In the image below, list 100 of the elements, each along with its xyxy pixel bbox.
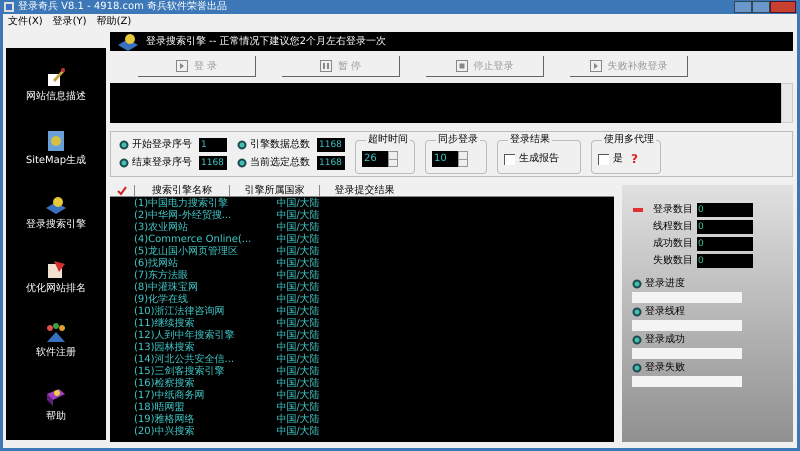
pen-icon — [45, 66, 67, 88]
sidebar-item[interactable]: SiteMap生成 — [6, 130, 106, 166]
pause-icon — [320, 60, 332, 72]
group-title: 同步登录 — [436, 133, 480, 147]
sidebar-item[interactable]: 帮助 — [6, 386, 106, 422]
sidebar-item[interactable]: 登录搜索引擎 — [6, 194, 106, 230]
checkbox-label: 生成报告 — [519, 153, 559, 165]
stop-icon — [456, 60, 468, 72]
header-text: 登录搜索引擎 -- 正常情况下建议您2个月左右登录一次 — [146, 36, 386, 48]
table-cell-text: (11)继续搜索 — [134, 318, 196, 330]
number-field[interactable]: 1 — [199, 138, 227, 152]
check-icon — [117, 186, 127, 196]
number-field[interactable]: 26 — [362, 151, 388, 167]
table-cell-text: (1)中国电力搜索引擎 — [134, 198, 230, 210]
table-cell-text: (2)中华网-外经贸搜... — [134, 210, 232, 222]
field-label: 引擎数据总数 — [250, 139, 311, 151]
people-icon — [44, 322, 68, 344]
close-button[interactable] — [770, 1, 796, 13]
table-cell-text: 中国/大陆 — [275, 294, 321, 306]
table-cell-text: 中国/大陆 — [275, 210, 321, 222]
counter-label: 登录数目 — [653, 204, 693, 216]
spin-buttons[interactable] — [458, 151, 468, 167]
progress-label: 登录成功 — [645, 334, 685, 346]
maximize-button[interactable] — [752, 1, 770, 13]
counter-field: 0 — [697, 237, 753, 251]
counter-field: 0 — [697, 203, 753, 217]
table-cell-text: (12)人到中年搜索引擎 — [134, 330, 236, 342]
checkbox[interactable] — [598, 154, 609, 164]
column-header[interactable]: 引擎所属国家 — [229, 185, 319, 196]
menu-item[interactable]: 帮助(Z) — [96, 16, 132, 28]
table-cell-text: (15)三剑客搜索引擎 — [134, 366, 226, 378]
bullet-icon — [632, 335, 642, 345]
bullet-icon — [237, 158, 247, 168]
table-cell-text: 中国/大陆 — [275, 414, 321, 426]
map-icon — [46, 130, 66, 152]
bullet-icon — [632, 363, 642, 373]
table-cell-text: 中国/大陆 — [275, 246, 321, 258]
scrollbar[interactable] — [781, 83, 793, 123]
progress-label: 登录失败 — [645, 362, 685, 374]
spin-buttons[interactable] — [388, 151, 398, 167]
table-cell-text: (17)中纸商务网 — [134, 390, 206, 402]
table-cell-text: (10)浙江法律咨询网 — [134, 306, 226, 318]
column-header[interactable]: 搜索引擎名称 — [134, 185, 229, 196]
table-cell-text: (4)Commerce Online(... — [134, 234, 252, 246]
counter-label: 失败数目 — [653, 255, 693, 267]
table-cell-text: 中国/大陆 — [275, 198, 321, 210]
sidebar-item[interactable]: 软件注册 — [6, 322, 106, 358]
window-title: 登录奇兵 V8.1 - 4918.com 奇兵软件荣誉出品 — [18, 1, 228, 13]
table-cell-text: (19)雅格网络 — [134, 414, 196, 426]
bullet-icon — [119, 158, 129, 168]
table-cell-text: 中国/大陆 — [275, 390, 321, 402]
progress-label: 登录线程 — [645, 306, 685, 318]
menu-item[interactable]: 登录(Y) — [52, 16, 87, 28]
progress-label: 登录进度 — [645, 278, 685, 290]
field-label: 结束登录序号 — [132, 157, 193, 169]
table-cell-text: (8)中灌珠宝网 — [134, 282, 200, 294]
number-field[interactable]: 1168 — [317, 138, 345, 152]
table-cell-text: 中国/大陆 — [275, 330, 321, 342]
menu-item[interactable]: 文件(X) — [8, 16, 43, 28]
table-cell-text: 中国/大陆 — [275, 234, 321, 246]
play-icon — [590, 60, 602, 72]
column-header[interactable]: 登录提交结果 — [319, 185, 409, 196]
counter-field: 0 — [697, 254, 753, 268]
sidebar-item[interactable]: 网站信息描述 — [6, 66, 106, 102]
counter-label: 成功数目 — [653, 238, 693, 250]
minimize-button[interactable] — [734, 1, 752, 13]
bullet-icon — [119, 140, 129, 150]
checkbox[interactable] — [504, 154, 515, 164]
checkbox-label: 是 — [613, 153, 623, 165]
table-cell-text: 中国/大陆 — [275, 342, 321, 354]
table-cell-text: (13)园林搜索 — [134, 342, 196, 354]
indicator-icon — [633, 208, 643, 212]
table-cell-text: (6)找网站 — [134, 258, 180, 270]
table-cell-text: (7)东方法眼 — [134, 270, 190, 282]
bullet-icon — [632, 307, 642, 317]
number-field[interactable]: 10 — [432, 151, 458, 167]
table-cell-text: 中国/大陆 — [275, 354, 321, 366]
counter-label: 线程数目 — [653, 221, 693, 233]
table-cell-text: (20)中兴搜索 — [134, 426, 196, 438]
table-cell-text: 中国/大陆 — [275, 318, 321, 330]
table-cell-text: 中国/大陆 — [275, 378, 321, 390]
sidebar-item[interactable]: 优化网站排名 — [6, 258, 106, 294]
help-link[interactable]: ? — [631, 153, 638, 165]
number-field[interactable]: 1168 — [317, 156, 345, 170]
table-cell-text: (16)检察搜索 — [134, 378, 196, 390]
table-cell-text: 中国/大陆 — [275, 282, 321, 294]
table-cell-text: 中国/大陆 — [275, 258, 321, 270]
table-cell-text: 中国/大陆 — [275, 222, 321, 234]
table-cell-text: (18)晤网盟 — [134, 402, 186, 414]
field-label: 开始登录序号 — [132, 139, 193, 151]
bullet-icon — [237, 140, 247, 150]
table-cell-text: (14)河北公共安全信... — [134, 354, 236, 366]
table-cell-text: (3)农业网站 — [134, 222, 190, 234]
number-field[interactable]: 1168 — [199, 156, 227, 170]
table-cell-text: 中国/大陆 — [275, 366, 321, 378]
bullet-icon — [632, 279, 642, 289]
table-cell-text: 中国/大陆 — [275, 306, 321, 318]
play-icon — [176, 60, 188, 72]
table-cell-text: 中国/大陆 — [275, 426, 321, 438]
table-cell-text: (9)化学在线 — [134, 294, 190, 306]
